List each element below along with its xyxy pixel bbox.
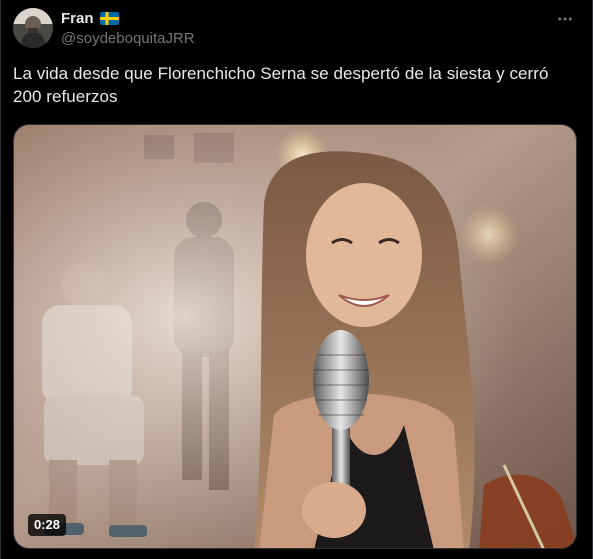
author-display-name[interactable]: Fran (61, 9, 94, 28)
author-info: Fran @soydeboquitaJRR (61, 9, 195, 48)
author-handle[interactable]: @soydeboquitaJRR (61, 29, 195, 48)
avatar[interactable] (13, 8, 53, 48)
sweden-flag-icon (99, 12, 119, 25)
more-options-button[interactable] (550, 4, 580, 34)
video-duration-badge: 0:28 (28, 514, 67, 536)
tweet-card: Fran @soydeboquitaJRR La vida desde que … (0, 0, 593, 559)
video-player[interactable]: 0:28 (13, 124, 577, 549)
tweet-text: La vida desde que Florenchicho Serna se … (13, 64, 549, 106)
avatar-photo (13, 8, 53, 48)
tweet-header: Fran @soydeboquitaJRR (13, 8, 580, 52)
video-thumbnail (14, 125, 576, 548)
author-name-row: Fran (61, 9, 195, 28)
more-options-icon (558, 17, 572, 21)
